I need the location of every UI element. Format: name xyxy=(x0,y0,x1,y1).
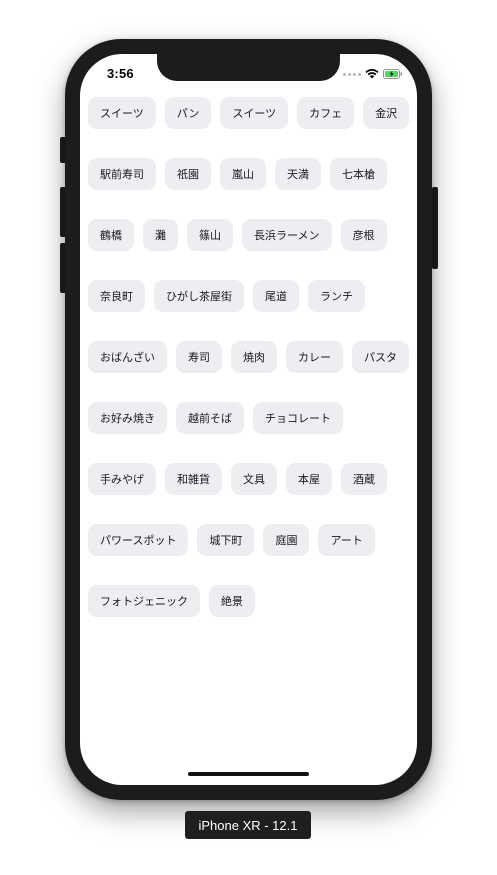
tag-row: スイーツ パン スイーツ カフェ 金沢 xyxy=(88,97,413,129)
tag-chip[interactable]: チョコレート xyxy=(253,402,343,434)
tag-chip[interactable]: 灘 xyxy=(143,219,178,251)
tag-chip[interactable]: カフェ xyxy=(297,97,355,129)
tag-row: 奈良町 ひがし茶屋街 尾道 ランチ xyxy=(88,280,413,312)
tag-cloud: スイーツ パン スイーツ カフェ 金沢 駅前寿司 祇園 嵐山 天満 七本槍 鶴橋灘篠山 長浜ラーメン彦… xyxy=(88,97,413,646)
tag-chip[interactable]: 城下町 xyxy=(197,524,255,556)
tag-chip[interactable]: 七本槍 xyxy=(330,158,387,190)
tag-chip[interactable]: フォトジェニック xyxy=(88,585,200,617)
tag-chip[interactable]: カレー xyxy=(286,341,343,373)
home-indicator[interactable] xyxy=(188,772,309,776)
tag-chip[interactable]: お好み焼き xyxy=(88,402,167,434)
tag-row: 駅前寿司 祇園 嵐山 天満 七本槍 xyxy=(88,158,413,190)
signal-icon xyxy=(343,72,361,76)
wifi-icon xyxy=(365,69,379,79)
tag-chip[interactable]: ランチ xyxy=(308,280,365,312)
tag-chip[interactable]: スイーツ xyxy=(220,97,289,129)
tag-chip[interactable]: ひがし茶屋街 xyxy=(154,280,244,312)
tag-row: お好み焼き 越前そば チョコレート xyxy=(88,402,413,434)
tag-chip[interactable]: 手みやげ xyxy=(88,463,156,495)
tag-chip[interactable]: パスタ xyxy=(352,341,409,373)
tag-chip[interactable]: 文具 xyxy=(231,463,277,495)
tag-chip[interactable]: 本屋 xyxy=(286,463,332,495)
status-time: 3:56 xyxy=(107,66,134,81)
tag-chip[interactable]: 金沢 xyxy=(363,97,410,129)
status-icons xyxy=(343,69,403,79)
tag-chip[interactable]: 酒蔵 xyxy=(341,463,387,495)
tag-chip[interactable]: 嵐山 xyxy=(220,158,266,190)
app-screen: 3:56 スイーツ パン スイーツ カフェ 金沢 駅前寿司 祇園 嵐山 天満 七本槍 鶴橋灘 xyxy=(80,54,417,785)
tag-chip[interactable]: 長浜ラーメン xyxy=(242,219,332,251)
tag-chip[interactable]: 尾道 xyxy=(253,280,299,312)
tag-row: おばんざい 寿司 焼肉 カレー パスタ xyxy=(88,341,413,373)
notch xyxy=(157,54,340,81)
tag-chip[interactable]: 鶴橋 xyxy=(88,219,134,251)
tag-chip[interactable]: 奈良町 xyxy=(88,280,145,312)
tag-chip[interactable]: 祇園 xyxy=(165,158,211,190)
tag-chip[interactable]: 天満 xyxy=(275,158,321,190)
tag-chip[interactable]: 焼肉 xyxy=(231,341,277,373)
power-button[interactable] xyxy=(432,187,438,269)
tag-chip[interactable]: パワースポット xyxy=(88,524,189,556)
device-label: iPhone XR - 12.1 xyxy=(185,811,311,839)
tag-chip[interactable]: 篠山 xyxy=(187,219,233,251)
device-frame: 3:56 スイーツ パン スイーツ カフェ 金沢 駅前寿司 祇園 嵐山 天満 七本槍 鶴橋灘 xyxy=(65,39,432,800)
tag-chip[interactable]: 寿司 xyxy=(176,341,222,373)
tag-chip[interactable]: 越前そば xyxy=(176,402,244,434)
tag-chip[interactable]: 庭園 xyxy=(263,524,310,556)
tag-row: 手みやげ 和雑貨 文具 本屋 酒蔵 xyxy=(88,463,413,495)
tag-chip[interactable]: 彦根 xyxy=(340,219,387,251)
simulator-stage: 3:56 スイーツ パン スイーツ カフェ 金沢 駅前寿司 祇園 嵐山 天満 七本槍 鶴橋灘 xyxy=(0,0,497,875)
tag-chip[interactable]: パン xyxy=(164,97,212,129)
tag-chip[interactable]: 和雑貨 xyxy=(165,463,222,495)
tag-chip[interactable]: 絶景 xyxy=(209,585,255,617)
tag-row: 鶴橋灘篠山 長浜ラーメン 彦根 xyxy=(88,219,413,251)
tag-chip[interactable]: スイーツ xyxy=(88,97,156,129)
tag-chip[interactable]: おばんざい xyxy=(88,341,167,373)
tag-row: パワースポット 城下町 庭園 アート xyxy=(88,524,413,556)
tag-chip[interactable]: 駅前寿司 xyxy=(88,158,156,190)
battery-charging-icon xyxy=(383,69,403,79)
tag-chip[interactable]: アート xyxy=(318,524,375,556)
tag-row: フォトジェニック 絶景 xyxy=(88,585,413,617)
